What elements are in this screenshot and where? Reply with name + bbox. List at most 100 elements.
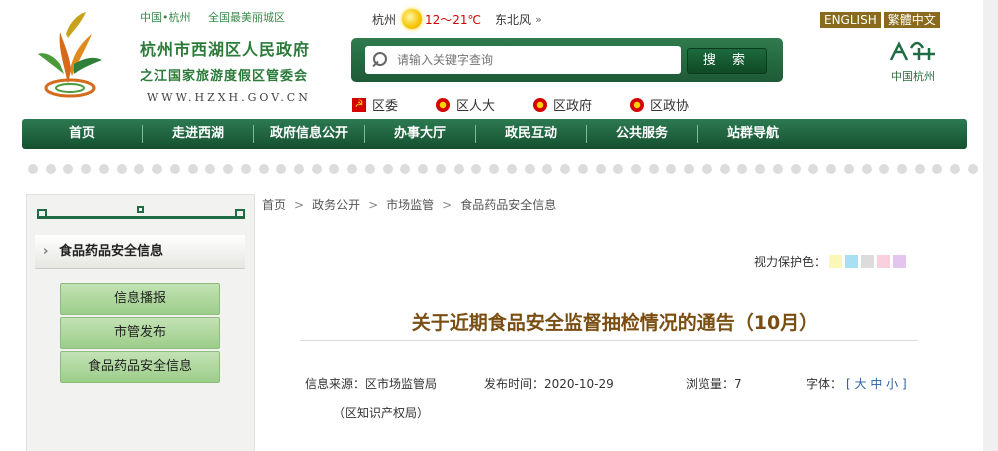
decorative-dot [701, 164, 712, 174]
breadcrumb-food-safety[interactable]: 食品药品安全信息 [460, 198, 556, 212]
nav-service-hall[interactable]: 办事大厅 [365, 119, 475, 149]
sidebar-ornament [37, 206, 245, 219]
decorative-dot [205, 164, 216, 174]
top-link-hangzhou[interactable]: 中国•杭州 [140, 11, 191, 24]
decorative-dot [223, 164, 234, 174]
decorative-dot [134, 164, 145, 174]
decorative-dot [240, 164, 251, 174]
article-title: 关于近期食品安全监督抽检情况的通告（10月） [411, 312, 819, 334]
sublink-label: 区委 [372, 99, 399, 114]
search-bar: 搜 索 [351, 38, 783, 82]
decorative-dot [81, 164, 92, 174]
decorative-dot [896, 164, 907, 174]
decorative-dot [294, 164, 305, 174]
weather-temp: 12～21℃ [425, 12, 482, 27]
eye-care-swatch-gray[interactable] [861, 255, 875, 268]
decorative-dot [914, 164, 925, 174]
hangzhou-logo-caption: 中国杭州 [891, 70, 935, 83]
nav-site-group[interactable]: 站群导航 [698, 119, 808, 149]
article-date: 发布时间：2020-10-29 [484, 377, 614, 391]
decorative-dot [276, 164, 287, 174]
sublink-government[interactable]: 区政府 [533, 95, 592, 114]
top-link-beautiful[interactable]: 全国最美丽城区 [208, 11, 285, 24]
weather-city: 杭州 [372, 12, 397, 27]
breadcrumb-separator: > [368, 198, 379, 212]
eye-care-swatch-yellow[interactable] [829, 255, 843, 268]
site-subtitle: 之江国家旅游度假区管委会 [140, 69, 309, 84]
decorative-dot [453, 164, 464, 174]
font-size-options[interactable]: [ 大 中 小 ] [846, 377, 907, 391]
nav-public-service[interactable]: 公共服务 [587, 119, 697, 149]
eye-care-swatch-purple[interactable] [893, 255, 907, 268]
decorative-dot [418, 164, 429, 174]
lang-english[interactable]: ENGLISH [820, 12, 881, 28]
national-emblem-icon [533, 97, 548, 112]
language-switch: ENGLISH 繁體中文 [820, 12, 940, 28]
sublink-label: 区人大 [456, 99, 496, 114]
breadcrumb-market-supervision[interactable]: 市场监管 [386, 198, 434, 212]
font-size-control: 字体：[ 大 中 小 ] [806, 375, 907, 392]
decorative-dot [152, 164, 163, 174]
decorative-dot [808, 164, 819, 174]
decorative-dot [524, 164, 535, 174]
sublink-npc[interactable]: 区人大 [436, 95, 495, 114]
decorative-dot [258, 164, 269, 174]
party-emblem-icon: ☭ [352, 97, 366, 112]
decorative-dot [311, 164, 322, 174]
weather-wind: 东北风 [495, 12, 532, 27]
sidebar-item-news[interactable]: 信息播报 [60, 283, 220, 315]
search-icon [365, 47, 391, 73]
decorative-dots [28, 164, 978, 174]
decorative-dot [116, 164, 127, 174]
breadcrumb-separator: > [442, 198, 453, 212]
decorative-dot [560, 164, 571, 174]
sublink-district-committee[interactable]: ☭ 区委 [352, 95, 398, 114]
title-divider [300, 340, 918, 341]
decorative-dot [329, 164, 340, 174]
main-nav: 首页 走进西湖 政府信息公开 办事大厅 政民互动 公共服务 站群导航 [22, 119, 967, 149]
search-input[interactable] [391, 53, 671, 67]
decorative-dot [666, 164, 677, 174]
scrollbar[interactable] [983, 0, 998, 451]
decorative-dot [400, 164, 411, 174]
cppcc-emblem-icon [630, 97, 645, 112]
decorative-dot [719, 164, 730, 174]
nav-gov-info[interactable]: 政府信息公开 [254, 119, 364, 149]
decorative-dot [347, 164, 358, 174]
lang-traditional[interactable]: 繁體中文 [883, 12, 940, 28]
top-links: 中国•杭州 全国最美丽城区 [140, 9, 299, 25]
weather-widget: 杭州 12～21℃ 东北风 » [372, 9, 542, 29]
breadcrumb-home[interactable]: 首页 [262, 198, 286, 212]
decorative-dot [613, 164, 624, 174]
eye-care-label: 视力保护色： [754, 255, 827, 269]
decorative-dot [435, 164, 446, 174]
sidebar-item-food-safety[interactable]: 食品药品安全信息 [60, 351, 220, 383]
decorative-dot [489, 164, 500, 174]
hangzhou-logo: 中国杭州 [885, 34, 941, 84]
decorative-dot [790, 164, 801, 174]
decorative-dot [45, 164, 56, 174]
nav-interaction[interactable]: 政民互动 [476, 119, 586, 149]
sidebar-item-releases[interactable]: 市管发布 [60, 317, 220, 349]
decorative-dot [684, 164, 695, 174]
site-title: 杭州市西湖区人民政府 [140, 40, 311, 59]
nav-about-xihu[interactable]: 走进西湖 [143, 119, 253, 149]
decorative-dot [382, 164, 393, 174]
nav-home[interactable]: 首页 [22, 119, 142, 149]
decorative-dot [648, 164, 659, 174]
decorative-dot [843, 164, 854, 174]
decorative-dot [861, 164, 872, 174]
site-logo[interactable] [30, 4, 130, 104]
sublink-cppcc[interactable]: 区政协 [630, 95, 689, 114]
chevron-right-icon[interactable]: » [535, 13, 542, 26]
eye-care-swatch-blue[interactable] [845, 255, 859, 268]
breadcrumb-separator: > [294, 198, 305, 212]
decorative-dot [595, 164, 606, 174]
decorative-dot [630, 164, 641, 174]
search-button[interactable]: 搜 索 [687, 48, 767, 74]
eye-care-swatch-pink[interactable] [877, 255, 891, 268]
breadcrumb-gov-affairs[interactable]: 政务公开 [312, 198, 360, 212]
sidebar-title[interactable]: 食品药品安全信息 [35, 235, 245, 269]
hangzhou-mark-icon [889, 41, 935, 61]
decorative-dot [63, 164, 74, 174]
